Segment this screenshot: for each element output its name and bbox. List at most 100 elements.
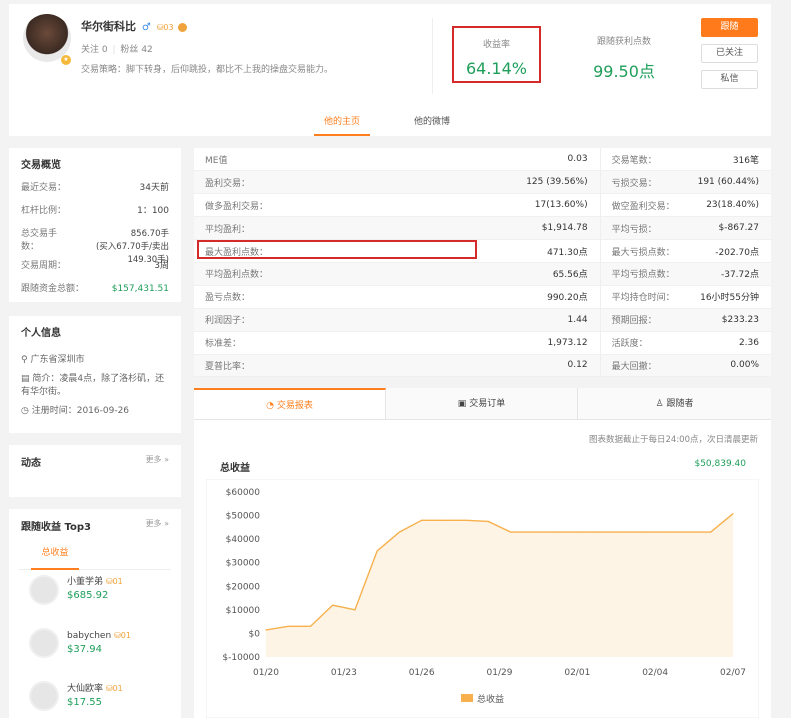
metric-value: -202.70点	[686, 239, 771, 263]
tab-total-profit[interactable]: 总收益	[31, 542, 79, 570]
chart-title: 总收益	[220, 463, 250, 474]
top3-tab-bar: 总收益	[19, 542, 171, 570]
report-tab-bar: ◔ 交易报表 ▣ 交易订单 ♙ 跟随者	[194, 388, 771, 420]
followed-button[interactable]: 已关注	[701, 44, 758, 63]
fans-count[interactable]: 42	[141, 45, 152, 55]
x-tick-label: 02/01	[564, 668, 590, 678]
follow-profit-value: 99.50点	[593, 62, 655, 81]
message-button[interactable]: 私信	[701, 70, 758, 89]
level-badge: 03	[163, 23, 174, 32]
dynamics-title: 动态	[21, 458, 41, 469]
metric-label: 活跃度：	[599, 331, 687, 355]
tab-weibo[interactable]: 他的微博	[404, 114, 460, 127]
tab-trade-orders[interactable]: ▣ 交易订单	[386, 388, 578, 419]
metric-label: 做空盈利交易：	[599, 193, 687, 218]
follower-profit: $17.55	[67, 697, 102, 708]
table-row: 平均盈利： $1,914.78 平均亏损： $-867.27	[194, 216, 771, 241]
x-tick-label: 01/29	[487, 668, 513, 678]
metric-value: 23(18.40%)	[686, 193, 771, 218]
metric-value: 0.12	[397, 354, 601, 377]
tab-followers[interactable]: ♙ 跟随者	[578, 388, 771, 419]
follower-level: 01	[120, 631, 131, 640]
metric-label: 平均持仓时间：	[599, 285, 687, 309]
data-point	[710, 531, 712, 533]
overview-value: 856.70手	[130, 229, 169, 239]
follow-button[interactable]: 跟随	[701, 18, 758, 37]
overview-value: 3周	[154, 261, 169, 271]
username[interactable]: 华尔街科比	[81, 20, 136, 33]
intro-text: 简介：凌晨4点，除了洛杉矶，还有华尔街。	[21, 374, 165, 397]
metric-label: 平均亏损点数：	[599, 262, 687, 286]
y-tick-label: $60000	[226, 488, 261, 498]
y-tick-label: $0	[249, 629, 261, 639]
data-point	[643, 531, 645, 533]
metric-value: 316笔	[686, 148, 771, 172]
data-point	[287, 625, 289, 627]
overview-label: 总交易手数：	[21, 229, 58, 252]
data-point	[465, 519, 467, 521]
register-row: ◷ 注册时间：2016-09-26	[21, 405, 169, 418]
metric-value: $233.23	[686, 308, 771, 332]
overview-label: 跟随资金总额：	[21, 284, 85, 294]
follower-profit: $37.94	[67, 644, 102, 655]
top3-panel: 跟随收益 Top3 更多 » 总收益 小董学弟 ⛁01 $685.92 baby…	[9, 509, 181, 718]
metric-value: 0.00%	[686, 354, 771, 377]
tab-home-label: 他的主页	[323, 117, 360, 127]
x-tick-label: 02/04	[642, 668, 668, 678]
follower-name[interactable]: 小董学弟	[67, 577, 103, 587]
table-row: 平均盈利点数： 65.56点 平均亏损点数： -37.72点	[194, 262, 771, 286]
table-row: 做多盈利交易： 17(13.60%) 做空盈利交易： 23(18.40%)	[194, 193, 771, 218]
data-point	[354, 609, 356, 611]
github-icon	[178, 23, 188, 32]
metric-label: 平均盈利：	[194, 216, 398, 241]
metric-value: 125 (39.56%)	[397, 170, 601, 195]
x-tick-label: 01/20	[253, 668, 279, 678]
level-icon: ⛁	[105, 577, 113, 586]
list-item[interactable]: 大仙欧率 ⛁01 $17.55	[29, 681, 123, 711]
trade-overview-panel: 交易概览 最近交易： 34天前 杠杆比例： 1：100 总交易手数： 856.70手(…	[9, 148, 181, 302]
level-icon: ⛁	[114, 631, 121, 640]
return-rate-label: 收益率	[482, 40, 510, 50]
dynamics-more-link[interactable]: 更多 »	[146, 454, 169, 469]
metric-value: 1.44	[397, 308, 601, 332]
x-tick-label: 01/26	[409, 668, 435, 678]
x-tick-label: 02/07	[720, 668, 746, 678]
data-point	[554, 531, 556, 533]
y-tick-label: $20000	[226, 582, 261, 592]
y-tick-label: $50000	[226, 512, 261, 522]
metric-label: ME值	[194, 148, 398, 172]
overview-title: 交易概览	[21, 160, 61, 171]
top3-more-link[interactable]: 更多 »	[146, 518, 169, 542]
metric-label: 交易笔数：	[599, 148, 687, 172]
list-item[interactable]: babychen ⛁01 $37.94	[29, 628, 131, 658]
follower-level: 01	[112, 684, 123, 693]
table-row: 盈亏点数： 990.20点 平均持仓时间： 16小时55分钟	[194, 285, 771, 309]
data-point	[510, 531, 512, 533]
level-icon: ⛁	[105, 684, 113, 693]
follower-name[interactable]: babychen	[67, 631, 111, 641]
table-row: 利润因子： 1.44 预期回报： $233.23	[194, 308, 771, 332]
table-row: 盈利交易： 125 (39.56%) 亏损交易： 191 (60.44%)	[194, 170, 771, 195]
metric-label: 平均亏损：	[599, 216, 687, 241]
tab-followers-label: 跟随者	[666, 399, 694, 409]
overview-label: 最近交易：	[21, 183, 67, 193]
personal-info-panel: 个人信息 ⚲ 广东省深圳市 ▤ 简介：凌晨4点，除了洛杉矶，还有华尔街。 ◷ 注…	[9, 316, 181, 433]
report-icon: ◔	[266, 401, 274, 411]
intro-row: ▤ 简介：凌晨4点，除了洛杉矶，还有华尔街。	[21, 373, 169, 399]
list-item[interactable]: 小董学弟 ⛁01 $685.92	[29, 575, 123, 605]
header-divider	[432, 18, 433, 94]
tab-trade-report[interactable]: ◔ 交易报表	[194, 388, 386, 419]
data-point	[665, 531, 667, 533]
metric-value: 990.20点	[397, 285, 601, 309]
follows-label: 关注	[81, 45, 100, 55]
metric-value: 16小时55分钟	[686, 285, 771, 309]
metric-label: 夏普比率：	[194, 354, 398, 377]
data-point	[443, 519, 445, 521]
metric-label: 标准差：	[194, 331, 398, 355]
metrics-table: ME值 0.03 交易笔数： 316笔 盈利交易： 125 (39.56%) 亏损交易： 19…	[194, 148, 771, 377]
follower-name[interactable]: 大仙欧率	[67, 684, 103, 694]
personal-title: 个人信息	[21, 328, 61, 339]
metric-label: 最大亏损点数：	[599, 239, 687, 263]
follows-count[interactable]: 0	[102, 45, 108, 55]
tab-home[interactable]: 他的主页	[314, 114, 370, 136]
